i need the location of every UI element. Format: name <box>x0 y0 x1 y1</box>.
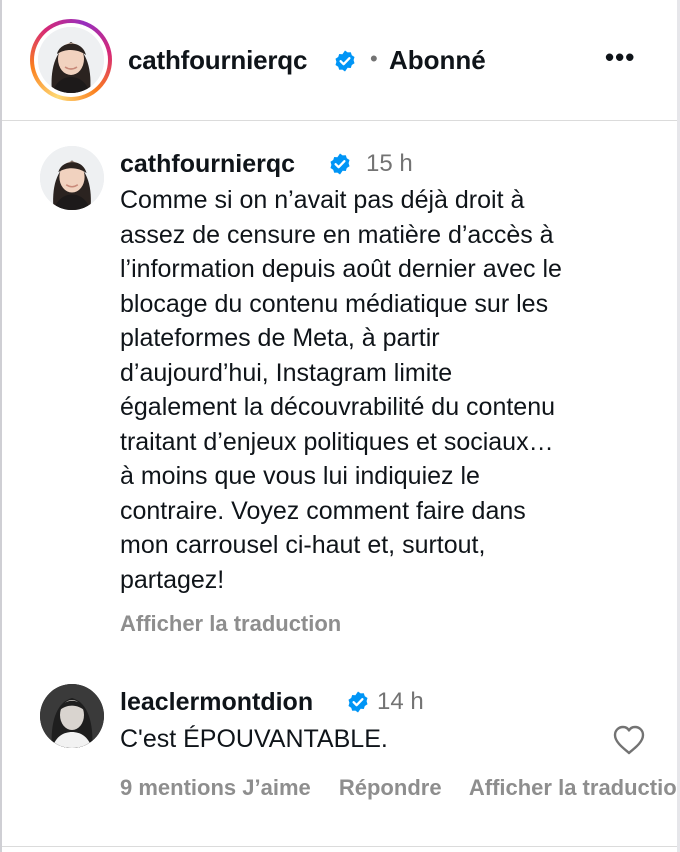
verified-badge-icon <box>335 50 355 72</box>
more-options-icon[interactable]: ••• <box>605 42 635 73</box>
post-author-username[interactable]: cathfournierqc <box>128 45 307 76</box>
heart-outline-icon[interactable] <box>612 724 646 756</box>
caption-timestamp[interactable]: 15 h <box>366 150 413 178</box>
caption-author-username[interactable]: cathfournierqc <box>120 150 295 179</box>
follow-status-button[interactable]: Abonné <box>389 45 486 76</box>
caption-text: Comme si on n’avait pas déjà droit à ass… <box>120 186 562 594</box>
divider <box>2 846 677 847</box>
avatar <box>38 27 104 93</box>
comment-timestamp[interactable]: 14 h <box>377 688 424 716</box>
caption-translate-link[interactable]: Afficher la traduction <box>120 611 341 637</box>
verified-badge-icon <box>330 153 350 175</box>
separator-dot: • <box>370 46 378 71</box>
instagram-post-panel: cathfournierqc • Abonné ••• cathfournier… <box>0 0 677 852</box>
story-ring-avatar[interactable] <box>30 19 112 101</box>
comment-author-username[interactable]: leaclermontdion <box>120 688 313 717</box>
comment-likes-count[interactable]: 9 mentions J’aime <box>120 775 311 800</box>
post-header: cathfournierqc • Abonné ••• <box>2 0 677 121</box>
reply-button[interactable]: Répondre <box>339 775 442 800</box>
comment-author-avatar[interactable] <box>40 684 104 748</box>
comment-actions: 9 mentions J’aime Répondre Afficher la t… <box>120 775 677 801</box>
comment-text: C'est ÉPOUVANTABLE. <box>120 725 388 753</box>
verified-badge-icon <box>348 691 368 713</box>
caption-author-avatar[interactable] <box>40 146 104 210</box>
comment-translate-link[interactable]: Afficher la traduction <box>469 775 677 800</box>
